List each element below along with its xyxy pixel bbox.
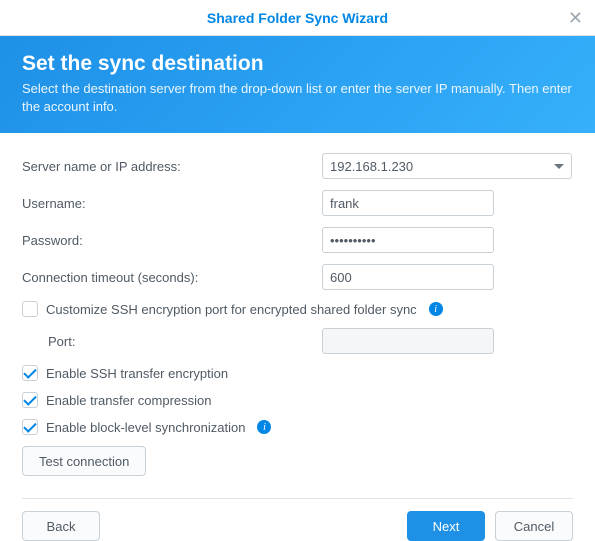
info-icon[interactable]: i [429,302,443,316]
enable-compression-label: Enable transfer compression [46,393,211,408]
customize-ssh-port-label: Customize SSH encryption port for encryp… [46,302,417,317]
enable-ssh-encryption-checkbox[interactable] [22,365,38,381]
password-input[interactable] [322,227,494,253]
username-label: Username: [22,196,322,211]
title-bar: Shared Folder Sync Wizard ✕ [0,0,595,36]
username-input[interactable] [322,190,494,216]
page-subtext: Select the destination server from the d… [22,80,573,115]
server-combo[interactable]: 192.168.1.230 [322,153,572,179]
enable-block-sync-checkbox[interactable] [22,419,38,435]
form-body: Server name or IP address: 192.168.1.230… [0,133,595,484]
server-label: Server name or IP address: [22,159,322,174]
close-icon[interactable]: ✕ [568,8,583,29]
chevron-down-icon [554,164,564,169]
window-title: Shared Folder Sync Wizard [207,10,388,26]
cancel-button[interactable]: Cancel [495,511,573,541]
customize-ssh-port-checkbox[interactable] [22,301,38,317]
port-input [322,328,494,354]
page-heading: Set the sync destination [22,52,573,76]
server-value: 192.168.1.230 [330,159,413,174]
info-icon[interactable]: i [257,420,271,434]
timeout-input[interactable] [322,264,494,290]
enable-compression-checkbox[interactable] [22,392,38,408]
test-connection-button[interactable]: Test connection [22,446,146,476]
enable-ssh-encryption-label: Enable SSH transfer encryption [46,366,228,381]
port-label: Port: [48,334,322,349]
next-button[interactable]: Next [407,511,485,541]
banner: Set the sync destination Select the dest… [0,36,595,133]
enable-block-sync-label: Enable block-level synchronization [46,420,245,435]
back-button[interactable]: Back [22,511,100,541]
footer: Back Next Cancel [0,499,595,541]
password-label: Password: [22,233,322,248]
timeout-label: Connection timeout (seconds): [22,270,322,285]
